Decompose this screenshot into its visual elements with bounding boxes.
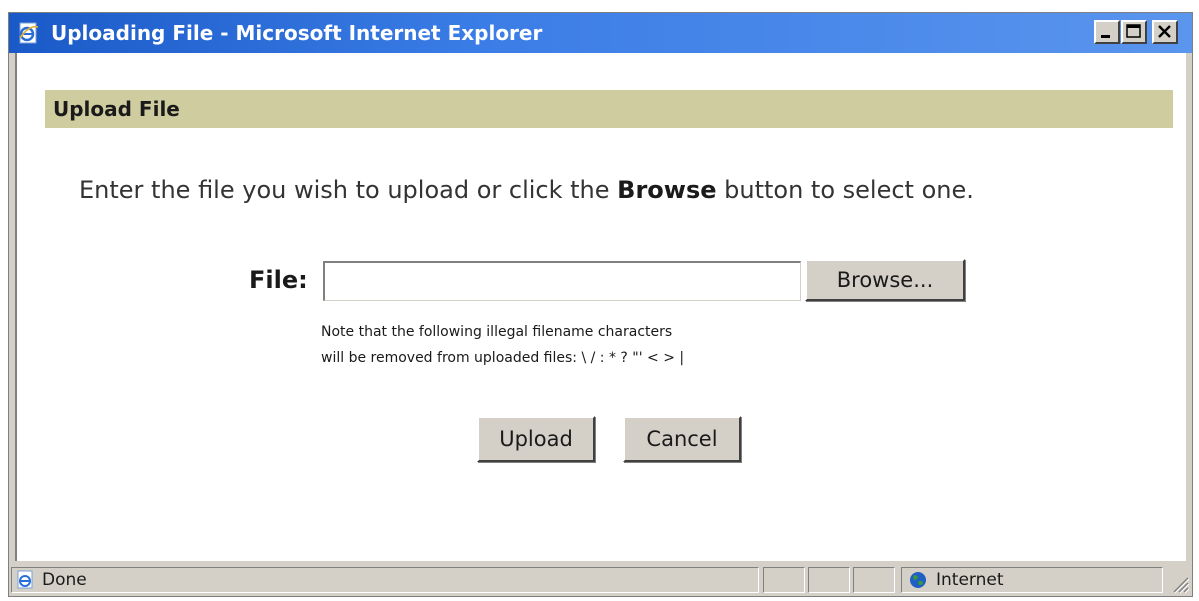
resize-grip-icon[interactable] [1168,572,1190,594]
cancel-button[interactable]: Cancel [623,416,741,462]
status-panel-2 [763,567,805,593]
page-content: Upload File Enter the file you wish to u… [15,53,1186,561]
close-button[interactable] [1152,20,1178,44]
title-bar[interactable]: Uploading File - Microsoft Internet Expl… [9,13,1192,53]
upload-button[interactable]: Upload [477,416,595,462]
ie-page-icon [17,21,41,45]
maximize-button[interactable] [1121,20,1147,44]
minimize-icon [1101,35,1110,38]
status-panel-4 [853,567,895,593]
status-bar: Done Internet [9,565,1192,596]
browse-button[interactable]: Browse... [805,259,965,301]
file-path-input[interactable] [323,261,801,301]
minimize-button[interactable] [1094,20,1120,44]
window-title: Uploading File - Microsoft Internet Expl… [51,21,543,45]
status-text: Done [42,570,87,590]
section-header: Upload File [45,90,1173,128]
status-main-panel: Done [11,567,759,593]
filename-note: Note that the following illegal filename… [321,319,684,371]
instruction-part-1: Enter the file you wish to upload or cli… [79,176,618,204]
section-title: Upload File [53,97,180,121]
ie-page-icon [16,570,36,590]
instruction-part-2: button to select one. [716,176,974,204]
status-zone-panel: Internet [901,567,1163,593]
status-panel-3 [808,567,850,593]
note-line-2: will be removed from uploaded files: \ /… [321,350,685,366]
globe-icon [908,570,928,590]
instruction-text: Enter the file you wish to upload or cli… [79,175,1159,205]
zone-text: Internet [936,570,1004,590]
note-line-1: Note that the following illegal filename… [321,324,673,340]
instruction-browse-word: Browse [617,176,717,204]
file-label: File: [249,266,308,294]
maximize-icon [1126,24,1141,38]
close-icon [1158,25,1171,38]
browser-window: Uploading File - Microsoft Internet Expl… [8,12,1193,597]
